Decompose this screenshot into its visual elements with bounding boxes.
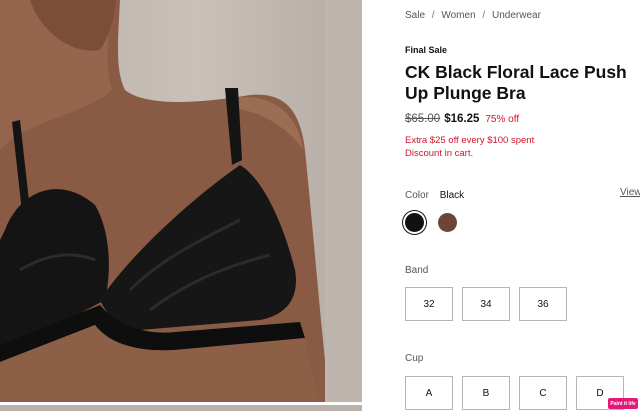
sale-price: $16.25: [444, 113, 480, 125]
band-option-32[interactable]: 32: [405, 287, 453, 321]
band-option-36[interactable]: 36: [519, 287, 567, 321]
breadcrumb-separator: /: [431, 10, 435, 21]
breadcrumb: Sale / Women / Underwear: [405, 10, 541, 21]
color-label: Color: [405, 190, 429, 201]
breadcrumb-women[interactable]: Women: [441, 10, 475, 21]
cup-label: Cup: [405, 353, 424, 364]
final-sale-tag: Final Sale: [405, 45, 448, 55]
color-swatch-brown[interactable]: [438, 213, 457, 232]
band-label: Band: [405, 265, 429, 276]
product-title: CK Black Floral Lace Push Up Plunge Bra: [405, 62, 627, 103]
cup-option-a[interactable]: A: [405, 376, 453, 410]
color-selector-label: Color Black: [405, 190, 464, 201]
breadcrumb-sale[interactable]: Sale: [405, 10, 425, 21]
view-link[interactable]: View: [620, 187, 640, 198]
next-gallery-image-edge: [0, 405, 362, 411]
color-swatch-black[interactable]: [405, 213, 424, 232]
promo-line-2: Discount in cart.: [405, 148, 474, 159]
product-photo-illustration: [0, 0, 362, 411]
breadcrumb-separator: /: [482, 10, 486, 21]
breadcrumb-underwear[interactable]: Underwear: [492, 10, 541, 21]
product-info-panel: Sale / Women / Underwear Final Sale CK B…: [405, 0, 640, 411]
price-row: $65.00 $16.25 75% off: [405, 113, 519, 125]
product-image[interactable]: [0, 0, 362, 411]
cup-option-b[interactable]: B: [462, 376, 510, 410]
band-option-34[interactable]: 34: [462, 287, 510, 321]
original-price: $65.00: [405, 113, 441, 125]
promo-badge[interactable]: Paint it life: [608, 398, 638, 409]
selected-color: Black: [439, 190, 465, 201]
promo-message: Extra $25 off every $100 spent Discount …: [405, 134, 534, 160]
cup-option-c[interactable]: C: [519, 376, 567, 410]
discount-label: 75% off: [485, 114, 520, 125]
promo-line-1: Extra $25 off every $100 spent: [405, 135, 535, 146]
